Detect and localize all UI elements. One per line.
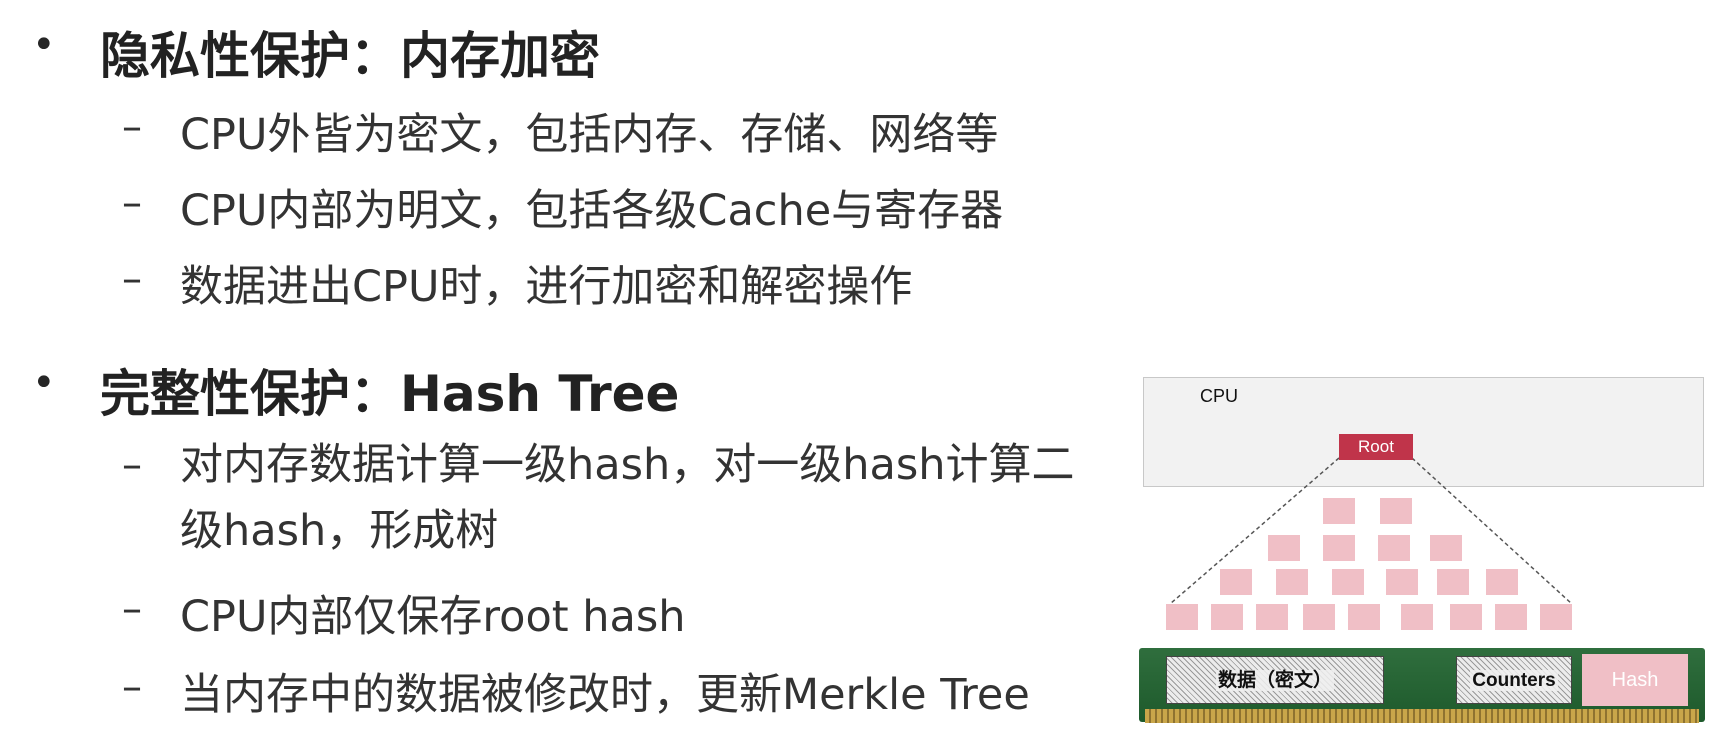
tree-node	[1380, 498, 1412, 524]
hash-block: Hash	[1582, 654, 1688, 706]
tree-node	[1166, 604, 1198, 630]
tree-node	[1486, 569, 1518, 595]
tree-node	[1323, 535, 1355, 561]
root-node: Root	[1339, 434, 1413, 460]
counters-label: Counters	[1470, 670, 1558, 691]
encrypted-data-block: 数据（密文）	[1166, 656, 1384, 704]
tree-node	[1303, 604, 1335, 630]
tree-left-edge	[1169, 457, 1340, 605]
encrypted-data-label: 数据（密文）	[1215, 670, 1334, 691]
tree-node	[1220, 569, 1252, 595]
tree-node	[1211, 604, 1243, 630]
tree-node	[1268, 535, 1300, 561]
tree-node	[1540, 604, 1572, 630]
tree-node	[1450, 604, 1482, 630]
counters-block: Counters	[1456, 656, 1572, 704]
tree-node	[1378, 535, 1410, 561]
tree-node	[1323, 498, 1355, 524]
tree-node	[1276, 569, 1308, 595]
tree-node	[1401, 604, 1433, 630]
memory-gold-pins	[1145, 709, 1699, 723]
tree-node	[1332, 569, 1364, 595]
tree-node	[1386, 569, 1418, 595]
tree-node	[1256, 604, 1288, 630]
tree-node	[1495, 604, 1527, 630]
tree-node	[1430, 535, 1462, 561]
tree-node	[1437, 569, 1469, 595]
tree-node	[1348, 604, 1380, 630]
